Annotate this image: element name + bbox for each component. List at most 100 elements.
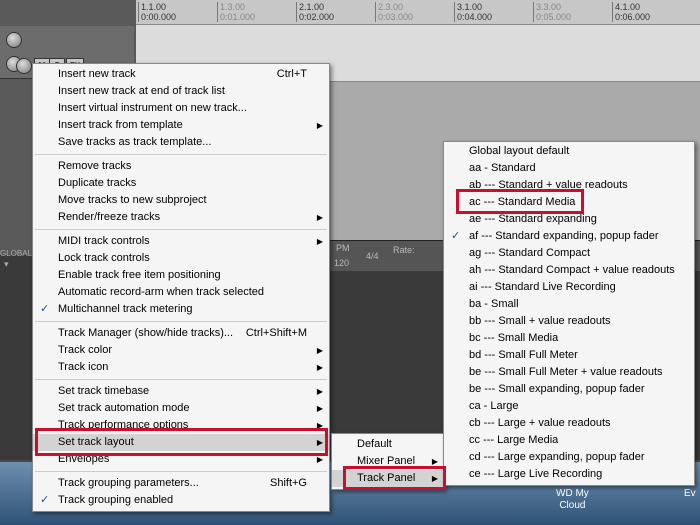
submenu-arrow-icon: ▶ — [316, 421, 323, 430]
track-layout-ce-large-live-recording[interactable]: ce --- Large Live Recording — [444, 466, 694, 483]
submenu-arrow-icon: ▶ — [316, 121, 323, 130]
track-layout-bd-small-full-meter[interactable]: bd --- Small Full Meter — [444, 347, 694, 364]
submenu-arrow-icon: ▶ — [316, 404, 323, 413]
track-layout-cd-large-expanding-popup-fader[interactable]: cd --- Large expanding, popup fader — [444, 449, 694, 466]
track-layout-global-layout-default[interactable]: Global layout default — [444, 143, 694, 160]
menu-item-midi-track-controls[interactable]: MIDI track controls ▶ — [33, 233, 329, 250]
menu-item-label: Mixer Panel — [357, 455, 416, 467]
menu-item-track-performance-options[interactable]: Track performance options ▶ — [33, 417, 329, 434]
submenu-arrow-icon: ▶ — [316, 387, 323, 396]
bpm-value[interactable]: 120 — [334, 258, 349, 268]
menu-item-label: Track performance options — [58, 419, 189, 431]
menu-item-label: Set track timebase — [58, 385, 150, 397]
checkmark-icon: ✓ — [40, 303, 50, 315]
menu-item-label: Track Panel — [357, 472, 416, 484]
menu-item-label: Duplicate tracks — [58, 177, 137, 189]
track-layout-ah-standard-compact-value-readouts[interactable]: ah --- Standard Compact + value readouts — [444, 262, 694, 279]
menu-item-set-track-automation-mode[interactable]: Set track automation mode ▶ — [33, 400, 329, 417]
ruler-bar-label: 1.3.00 — [220, 2, 246, 12]
menu-item-multichannel-track-metering[interactable]: ✓ Multichannel track metering — [33, 301, 329, 318]
mixer-dropdown-icon[interactable]: ▾ — [4, 259, 9, 270]
menu-item-save-tracks-as-track-template[interactable]: Save tracks as track template... — [33, 134, 329, 151]
track-layout-ac-standard-media[interactable]: ac --- Standard Media — [444, 194, 694, 211]
track-layout-ba-small[interactable]: ba - Small — [444, 296, 694, 313]
track-layout-ai-standard-live-recording[interactable]: ai --- Standard Live Recording — [444, 279, 694, 296]
checkmark-icon: ✓ — [40, 494, 50, 506]
track-layout-be-small-expanding-popup-fader[interactable]: be --- Small expanding, popup fader — [444, 381, 694, 398]
track-layout-ab-standard-value-readouts[interactable]: ab --- Standard + value readouts — [444, 177, 694, 194]
track-layout-ca-large[interactable]: ca - Large — [444, 398, 694, 415]
menu-item-label: Insert virtual instrument on new track..… — [58, 102, 247, 114]
menu-item-track-icon[interactable]: Track icon ▶ — [33, 359, 329, 376]
volume-knob-icon[interactable] — [6, 32, 22, 48]
menu-separator — [35, 229, 327, 230]
track-layout-ag-standard-compact[interactable]: ag --- Standard Compact — [444, 245, 694, 262]
layout-item-default[interactable]: Default — [332, 436, 444, 453]
menu-item-duplicate-tracks[interactable]: Duplicate tracks — [33, 175, 329, 192]
time-signature[interactable]: 4/4 — [366, 251, 379, 261]
menu-item-set-track-layout[interactable]: Set track layout ▶ — [33, 434, 329, 451]
track-layout-af-standard-expanding-popup-fader[interactable]: ✓ af --- Standard expanding, popup fader — [444, 228, 694, 245]
menu-item-set-track-timebase[interactable]: Set track timebase ▶ — [33, 383, 329, 400]
menu-separator — [35, 321, 327, 322]
track-layout-ae-standard-expanding[interactable]: ae --- Standard expanding — [444, 211, 694, 228]
menu-item-insert-track-from-template[interactable]: Insert track from template ▶ — [33, 117, 329, 134]
menu-item-track-grouping-parameters[interactable]: Track grouping parameters... Shift+G — [33, 475, 329, 492]
ruler-time-label: 0:03.000 — [378, 12, 414, 22]
menu-item-automatic-record-arm-when-track-selected[interactable]: Automatic record-arm when track selected — [33, 284, 329, 301]
menu-item-envelopes[interactable]: Envelopes ▶ — [33, 451, 329, 468]
menu-item-label: Automatic record-arm when track selected — [58, 286, 265, 298]
track-layout-bc-small-media[interactable]: bc --- Small Media — [444, 330, 694, 347]
menu-item-label: Move tracks to new subproject — [58, 194, 207, 206]
timeline-ruler[interactable]: 1.1.00 0:00.000 1.3.00 0:01.000 2.1.00 0:02.0… — [136, 0, 700, 25]
menu-item-label: cd --- Large expanding, popup fader — [469, 451, 645, 463]
track-layout-be-small-full-meter-value-readouts[interactable]: be --- Small Full Meter + value readouts — [444, 364, 694, 381]
track-layout-cb-large-value-readouts[interactable]: cb --- Large + value readouts — [444, 415, 694, 432]
track-layout-cc-large-media[interactable]: cc --- Large Media — [444, 432, 694, 449]
menu-item-label: Set track automation mode — [58, 402, 190, 414]
menu-item-label: Track color — [58, 344, 112, 356]
menu-item-render-freeze-tracks[interactable]: Render/freeze tracks ▶ — [33, 209, 329, 226]
ruler-bar-label: 3.3.00 — [536, 2, 562, 12]
layout-item-track-panel[interactable]: Track Panel ▶ — [332, 470, 444, 487]
menu-item-move-tracks-to-new-subproject[interactable]: Move tracks to new subproject — [33, 192, 329, 209]
track-layout-aa-standard[interactable]: aa - Standard — [444, 160, 694, 177]
record-arm-icon[interactable] — [16, 58, 32, 74]
ruler-time-label: 0:01.000 — [220, 12, 256, 22]
layout-item-mixer-panel[interactable]: Mixer Panel ▶ — [332, 453, 444, 470]
menu-item-label: Multichannel track metering — [58, 303, 193, 315]
menu-item-label: ba - Small — [469, 298, 519, 310]
ruler-time-label: 0:06.000 — [615, 12, 651, 22]
ruler-bar-label: 3.1.00 — [457, 2, 483, 12]
menu-item-insert-virtual-instrument-on-new-track[interactable]: Insert virtual instrument on new track..… — [33, 100, 329, 117]
taskbar-ev-shortcut[interactable]: Ev — [684, 488, 696, 499]
menu-item-label: ah --- Standard Compact + value readouts — [469, 264, 675, 276]
ruler-time-label: 0:05.000 — [536, 12, 572, 22]
menu-item-label: ac --- Standard Media — [469, 196, 576, 208]
wd-my-cloud-shortcut[interactable]: WD My Cloud — [556, 488, 589, 512]
checkmark-icon: ✓ — [451, 230, 461, 242]
menu-item-label: Insert new track — [58, 68, 136, 80]
menu-item-track-manager-show-hide-tracks[interactable]: Track Manager (show/hide tracks)... Ctrl+… — [33, 325, 329, 342]
menu-item-label: aa - Standard — [469, 162, 536, 174]
menu-item-remove-tracks[interactable]: Remove tracks — [33, 158, 329, 175]
rate-label: Rate: — [393, 245, 415, 255]
menu-item-lock-track-controls[interactable]: Lock track controls — [33, 250, 329, 267]
ruler-mark: 1.3.00 0:01.000 — [217, 2, 255, 22]
ruler-time-label: 0:00.000 — [141, 12, 177, 22]
track-layout-bb-small-value-readouts[interactable]: bb --- Small + value readouts — [444, 313, 694, 330]
bpm-label: PM — [336, 243, 350, 253]
submenu-arrow-icon: ▶ — [431, 457, 438, 466]
menu-item-label: Global layout default — [469, 145, 570, 157]
menu-item-insert-new-track[interactable]: Insert new track Ctrl+T — [33, 66, 329, 83]
menu-item-track-color[interactable]: Track color ▶ — [33, 342, 329, 359]
menu-item-insert-new-track-at-end-of-track-list[interactable]: Insert new track at end of track list — [33, 83, 329, 100]
menu-item-label: Default — [357, 438, 392, 450]
menu-item-label: Enable track free item positioning — [58, 269, 221, 281]
menu-item-label: cc --- Large Media — [469, 434, 559, 446]
menu-item-track-grouping-enabled[interactable]: ✓ Track grouping enabled — [33, 492, 329, 509]
menu-item-label: Remove tracks — [58, 160, 132, 172]
submenu-arrow-icon: ▶ — [316, 213, 323, 222]
submenu-arrow-icon: ▶ — [316, 237, 323, 246]
menu-item-enable-track-free-item-positioning[interactable]: Enable track free item positioning — [33, 267, 329, 284]
